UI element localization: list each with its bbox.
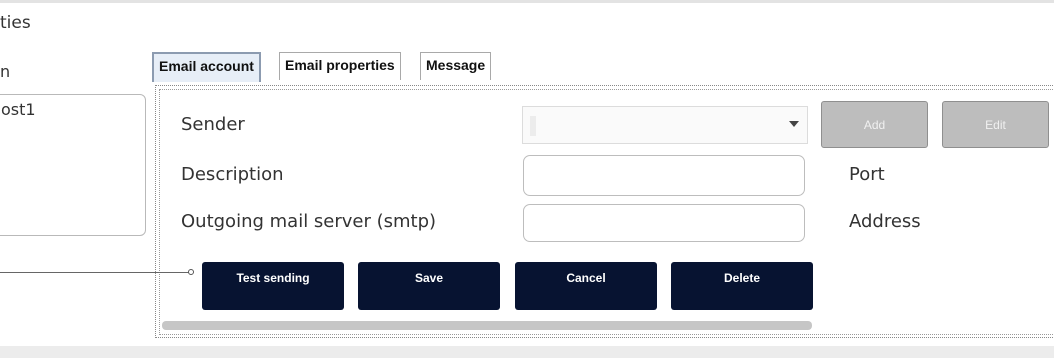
tab-email-properties[interactable]: Email properties: [279, 52, 401, 80]
tab-message[interactable]: Message: [420, 52, 492, 80]
list-label: n: [0, 62, 11, 81]
list-item[interactable]: ost1: [1, 100, 36, 119]
description-label: Description: [181, 164, 284, 185]
sender-label: Sender: [181, 114, 245, 135]
address-label: Address: [849, 211, 921, 232]
select-value-placeholder: [530, 116, 536, 136]
smtp-label: Outgoing mail server (smtp): [181, 211, 437, 232]
account-list[interactable]: ost1: [0, 94, 146, 236]
edit-button[interactable]: Edit: [942, 101, 1049, 148]
cancel-button[interactable]: Cancel: [515, 262, 657, 310]
smtp-server-field[interactable]: [523, 204, 805, 242]
test-sending-button[interactable]: Test sending: [202, 262, 344, 310]
description-field[interactable]: [523, 155, 805, 196]
delete-button[interactable]: Delete: [671, 262, 813, 310]
section-title: ties: [0, 13, 31, 33]
save-button[interactable]: Save: [358, 262, 500, 310]
horizontal-scrollbar[interactable]: [162, 321, 812, 330]
callout-line: [0, 272, 190, 273]
add-button[interactable]: Add: [821, 101, 928, 148]
port-label: Port: [849, 164, 885, 185]
tab-email-account[interactable]: Email account: [152, 52, 261, 82]
bottom-divider: [0, 346, 1054, 358]
top-divider: [0, 0, 1054, 3]
sender-select[interactable]: [522, 106, 808, 144]
callout-dot: [188, 269, 194, 275]
chevron-down-icon[interactable]: [789, 121, 799, 127]
